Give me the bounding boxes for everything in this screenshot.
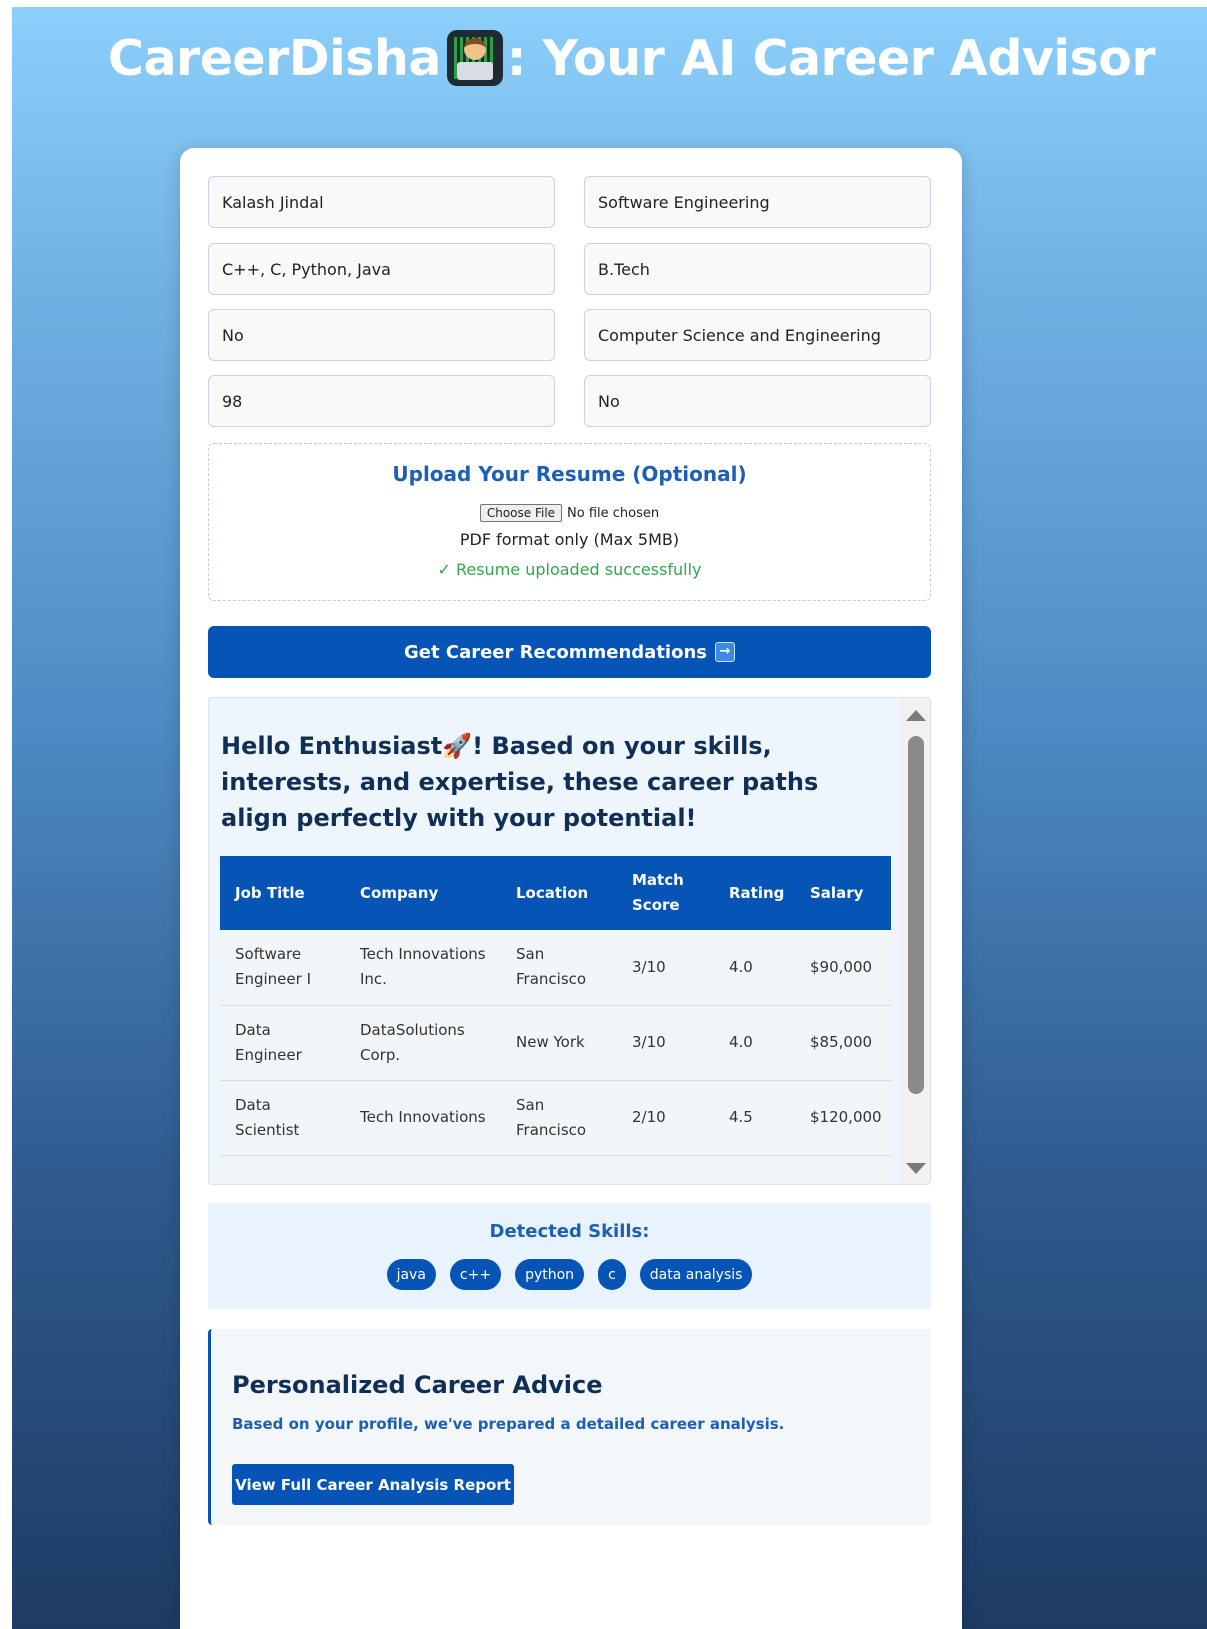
- rating-cell: 4.0: [714, 930, 795, 1006]
- column-header: Location: [501, 856, 617, 930]
- skill-chip: data analysis: [639, 1259, 753, 1290]
- view-report-button[interactable]: View Full Career Analysis Report: [232, 1464, 514, 1505]
- detected-skills-title: Detected Skills:: [489, 1221, 650, 1242]
- salary-cell: $90,000: [795, 930, 891, 1006]
- page-background: CareerDisha : Your AI Career Advisor Kal…: [12, 7, 1207, 1629]
- upload-note: PDF format only (Max 5MB): [459, 530, 680, 549]
- location-cell: San Francisco: [501, 1080, 617, 1156]
- arrow-right-icon: →: [715, 642, 735, 662]
- scroll-up-icon[interactable]: [906, 710, 926, 721]
- match-score-cell: 2/10: [617, 1080, 714, 1156]
- table-row: Data Scientist Tech Innovations San Fran…: [220, 1080, 891, 1156]
- column-header: Company: [345, 856, 501, 930]
- certification-input[interactable]: No: [584, 375, 931, 427]
- match-score-cell: 3/10: [617, 930, 714, 1006]
- company-cell: DataSolutions Corp.: [345, 1005, 501, 1081]
- column-header: Job Title: [220, 856, 345, 930]
- recommendations-content: Hello Enthusiast🚀! Based on your skills,…: [209, 698, 902, 1184]
- recommendations-panel[interactable]: Hello Enthusiast🚀! Based on your skills,…: [208, 697, 931, 1185]
- file-picker: Choose File No file chosen: [209, 504, 930, 522]
- skill-chip: python: [515, 1259, 585, 1290]
- company-cell: Tech Innovations: [345, 1080, 501, 1156]
- table-row: Software: [220, 1155, 891, 1184]
- skill-chip: c++: [449, 1259, 502, 1290]
- scrollbar-thumb[interactable]: [908, 736, 924, 1094]
- results-scrollbar[interactable]: [900, 698, 930, 1184]
- company-cell: Tech Innovations Inc.: [345, 930, 501, 1006]
- skill-chip: java: [386, 1259, 436, 1290]
- rating-cell: 4.5: [714, 1080, 795, 1156]
- match-score-cell: [617, 1155, 714, 1184]
- column-header: Salary: [795, 856, 891, 930]
- file-status: No file chosen: [567, 505, 660, 521]
- choose-file-button[interactable]: Choose File: [479, 504, 563, 522]
- advice-title: Personalized Career Advice: [232, 1371, 603, 1399]
- get-recommendations-label: Get Career Recommendations: [404, 641, 707, 663]
- location-cell: New York: [501, 1005, 617, 1081]
- job-title-cell: Data Scientist: [220, 1080, 345, 1156]
- skills-input[interactable]: C++, C, Python, Java: [208, 243, 555, 295]
- skill-chip: c: [598, 1259, 626, 1290]
- upload-success-message: ✓ Resume uploaded successfully: [437, 560, 702, 579]
- score-input[interactable]: 98: [208, 375, 555, 427]
- salary-cell: [795, 1155, 891, 1184]
- jobs-table: Job Title Company Location Match Score R…: [220, 856, 891, 1184]
- salary-cell: $85,000: [795, 1005, 891, 1081]
- resume-upload-area[interactable]: Upload Your Resume (Optional) Choose Fil…: [208, 443, 931, 601]
- experience-input[interactable]: No: [208, 309, 555, 361]
- career-advice-panel: Personalized Career Advice Based on your…: [208, 1329, 931, 1525]
- interest-input[interactable]: Software Engineering: [584, 176, 931, 228]
- greeting-text: Hello Enthusiast🚀! Based on your skills,…: [221, 728, 891, 836]
- column-header: Match Score: [617, 856, 714, 930]
- app-title: CareerDisha : Your AI Career Advisor: [108, 23, 1156, 93]
- job-title-cell: Software Engineer I: [220, 930, 345, 1006]
- app-title-tagline: : Your AI Career Advisor: [506, 29, 1156, 87]
- job-title-cell: Data Engineer: [220, 1005, 345, 1081]
- upload-title: Upload Your Resume (Optional): [392, 462, 747, 486]
- location-cell: [501, 1155, 617, 1184]
- table-header-row: Job Title Company Location Match Score R…: [220, 856, 891, 930]
- job-title-cell: Software: [220, 1155, 345, 1184]
- advice-subtitle: Based on your profile, we've prepared a …: [232, 1415, 785, 1433]
- company-cell: [345, 1155, 501, 1184]
- match-score-cell: 3/10: [617, 1005, 714, 1081]
- advisor-card: Kalash Jindal Software Engineering C++, …: [180, 148, 962, 1629]
- detected-skills-panel: Detected Skills: java c++ python c data …: [208, 1203, 931, 1309]
- column-header: Rating: [714, 856, 795, 930]
- rating-cell: [714, 1155, 795, 1184]
- name-input[interactable]: Kalash Jindal: [208, 176, 555, 228]
- app-title-name: CareerDisha: [108, 29, 441, 87]
- table-row: Software Engineer I Tech Innovations Inc…: [220, 930, 891, 1006]
- scroll-down-icon[interactable]: [906, 1163, 926, 1174]
- salary-cell: $120,000: [795, 1080, 891, 1156]
- get-recommendations-button[interactable]: Get Career Recommendations →: [208, 626, 931, 678]
- branch-input[interactable]: Computer Science and Engineering: [584, 309, 931, 361]
- rocket-icon: 🚀: [442, 732, 473, 760]
- technologist-emoji-icon: [446, 30, 503, 86]
- rating-cell: 4.0: [714, 1005, 795, 1081]
- location-cell: San Francisco: [501, 930, 617, 1006]
- table-row: Data Engineer DataSolutions Corp. New Yo…: [220, 1005, 891, 1081]
- skill-chips: java c++ python c data analysis: [208, 1259, 931, 1290]
- degree-input[interactable]: B.Tech: [584, 243, 931, 295]
